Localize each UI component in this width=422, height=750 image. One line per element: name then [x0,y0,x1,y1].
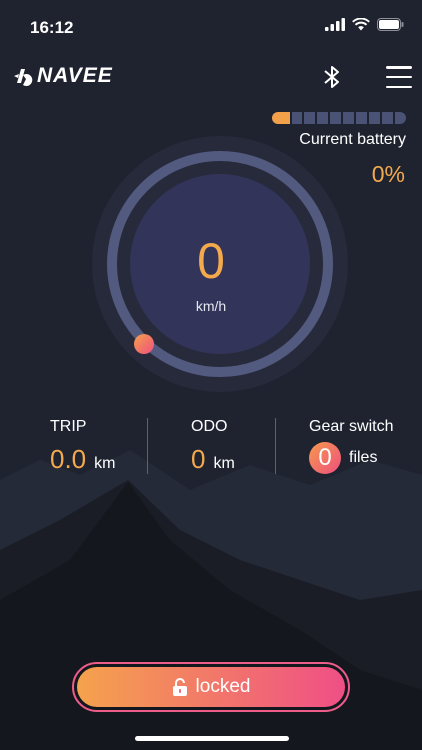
home-indicator[interactable] [135,736,289,741]
speed-unit: km/h [195,298,227,314]
menu-button[interactable] [386,64,412,90]
battery-value: 0% [371,161,405,187]
status-bar: 16:12 [0,0,422,50]
ride-stats: TRIP 0.0 km ODO 0 km Gear switch 0 files [0,418,422,478]
speed-value: 0 [197,233,225,289]
app-header: NAVEE [0,58,422,98]
status-icons [325,18,404,31]
odo-unit: km [213,455,235,472]
gear-switch-badge[interactable]: 0 [309,442,341,474]
bluetooth-icon [324,66,339,88]
trip-label: TRIP [50,418,87,435]
unlock-icon [172,678,187,696]
odo-stat: ODO 0 km [191,418,235,475]
gear-switch-stat[interactable]: Gear switch 0 files [309,418,393,474]
odo-label: ODO [191,418,228,435]
trip-stat: TRIP 0.0 km [50,418,115,475]
lock-button-label: locked [195,676,251,697]
battery-level-bar [272,112,406,124]
speed-knob [134,334,154,354]
wifi-icon [352,18,370,31]
odo-value: 0 [191,444,206,474]
lock-button[interactable]: locked [77,667,345,707]
brand-logo: NAVEE [12,64,113,88]
navee-logo-icon [14,69,33,86]
status-time: 16:12 [30,18,74,37]
menu-icon [386,66,412,69]
trip-unit: km [94,455,116,472]
stat-divider [147,418,148,474]
trip-value: 0.0 [50,444,87,474]
lock-button-frame: locked [72,662,350,712]
battery-label: Current battery [299,131,406,148]
gear-switch-label: Gear switch [309,418,394,435]
bluetooth-button[interactable] [318,62,346,92]
signal-icon [325,18,345,31]
stat-divider [275,418,276,474]
battery-icon [377,18,404,31]
brand-name: NAVEE [37,64,113,87]
gear-switch-unit: files [349,449,378,466]
